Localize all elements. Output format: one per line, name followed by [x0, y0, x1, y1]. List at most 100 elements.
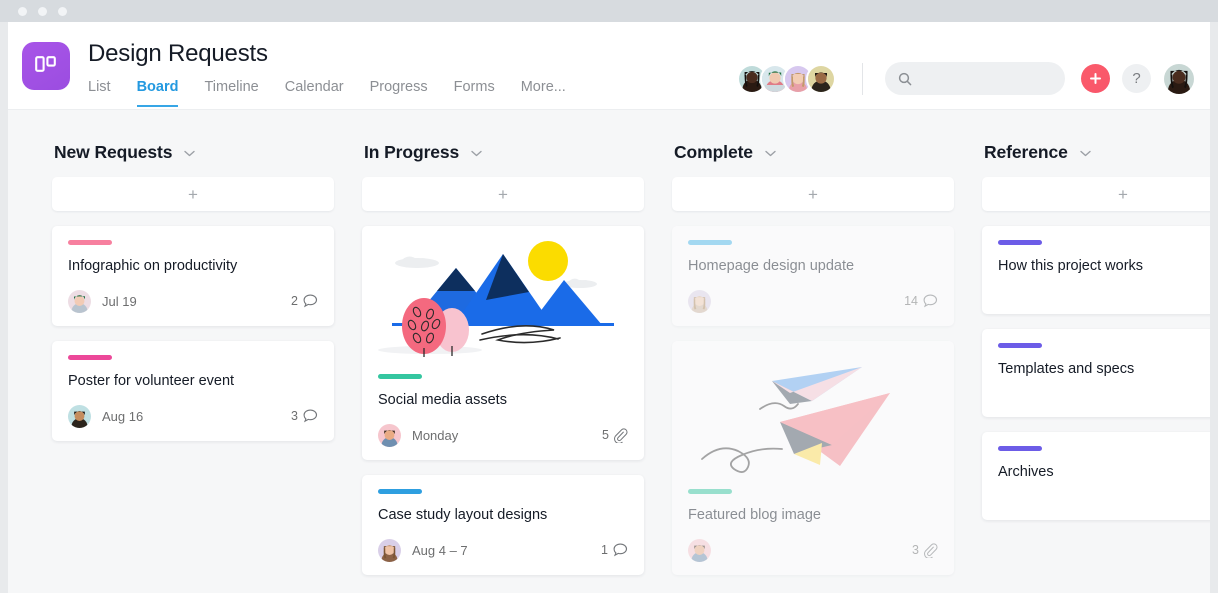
- plus-icon: +: [808, 184, 818, 204]
- task-card[interactable]: Social media assets Monday 5: [362, 226, 644, 460]
- add-card-button[interactable]: +: [362, 177, 644, 211]
- column-title: Complete: [674, 142, 753, 162]
- task-card[interactable]: How this project works: [982, 226, 1210, 314]
- column-title: In Progress: [364, 142, 460, 162]
- card-title: Poster for volunteer event: [68, 373, 235, 389]
- card-title: Featured blog image: [688, 507, 821, 523]
- board-columns: New Requests + Infographic on productivi…: [8, 110, 1210, 593]
- avatar[interactable]: [806, 63, 836, 94]
- window-close-dot[interactable]: [18, 6, 27, 16]
- card-meta: 14: [688, 289, 938, 313]
- comment-icon: [923, 294, 938, 308]
- column-header: New Requests: [52, 142, 334, 163]
- card-title: Infographic on productivity: [68, 258, 238, 274]
- card-tag: [998, 446, 1042, 451]
- card-tag: [378, 374, 422, 379]
- window-minimize-dot[interactable]: [38, 6, 47, 16]
- column-header: Complete: [672, 142, 954, 163]
- tab-forms[interactable]: Forms: [454, 79, 495, 107]
- attachment-count-label: 3: [912, 543, 919, 557]
- plus-icon: +: [498, 184, 508, 204]
- search-box[interactable]: [885, 62, 1065, 95]
- card-due-date: Aug 16: [102, 408, 144, 424]
- window-maximize-dot[interactable]: [58, 6, 67, 16]
- tab-board[interactable]: Board: [136, 79, 179, 107]
- column-header: Reference: [982, 142, 1210, 163]
- card-title: Homepage design update: [688, 258, 855, 274]
- card-due-date: Monday: [412, 427, 459, 443]
- card-comment-count[interactable]: 2: [291, 294, 318, 308]
- card-due-date: Jul 19: [102, 293, 137, 309]
- search-input[interactable]: [920, 71, 1040, 86]
- help-button[interactable]: ?: [1122, 64, 1151, 93]
- card-tag: [688, 489, 732, 494]
- task-card[interactable]: Homepage design update 14: [672, 226, 954, 326]
- task-card[interactable]: Archives: [982, 432, 1210, 520]
- tab-list[interactable]: List: [88, 79, 111, 107]
- comment-count-label: 14: [904, 294, 918, 308]
- add-card-button[interactable]: +: [982, 177, 1210, 211]
- add-card-button[interactable]: +: [672, 177, 954, 211]
- avatar[interactable]: [378, 423, 401, 447]
- search-icon: [898, 72, 912, 85]
- card-due-date: Aug 4 – 7: [412, 542, 468, 558]
- chevron-down-icon[interactable]: [765, 144, 776, 162]
- card-tag: [68, 355, 112, 360]
- card-meta: Jul 19 2: [68, 289, 318, 313]
- tab-more[interactable]: More...: [521, 79, 566, 107]
- attachment-count-label: 5: [602, 428, 609, 442]
- board-column-in-progress: In Progress + Social media assets Monday…: [362, 142, 644, 593]
- attachment-icon: [924, 542, 938, 558]
- avatar[interactable]: [688, 538, 711, 562]
- add-card-button[interactable]: +: [52, 177, 334, 211]
- window-body: Design Requests List Board Timeline Cale…: [0, 22, 1218, 593]
- header-divider: [862, 62, 863, 95]
- page-title: Design Requests: [88, 40, 268, 67]
- app-header: Design Requests List Board Timeline Cale…: [8, 22, 1210, 110]
- card-title: How this project works: [998, 258, 1144, 274]
- task-card[interactable]: Poster for volunteer event Aug 16 3: [52, 341, 334, 441]
- tab-progress[interactable]: Progress: [370, 79, 428, 107]
- card-comment-count[interactable]: 3: [291, 409, 318, 423]
- chevron-down-icon[interactable]: [184, 144, 196, 162]
- plus-icon: +: [1118, 184, 1128, 204]
- avatar[interactable]: [68, 289, 91, 313]
- comment-icon: [613, 543, 628, 557]
- chevron-down-icon[interactable]: [471, 144, 482, 162]
- attachment-icon: [614, 427, 628, 443]
- card-title: Case study layout designs: [378, 507, 548, 523]
- card-tag: [998, 343, 1042, 348]
- card-attachment-count[interactable]: 3: [912, 542, 938, 558]
- task-card[interactable]: Case study layout designs Aug 4 – 7 1: [362, 475, 644, 575]
- view-tabs: List Board Timeline Calendar Progress Fo…: [88, 79, 566, 107]
- task-card[interactable]: Featured blog image 3: [672, 341, 954, 575]
- current-user-avatar[interactable]: [1164, 63, 1194, 94]
- comment-count-label: 1: [601, 543, 608, 557]
- avatar[interactable]: [688, 289, 711, 313]
- add-task-button[interactable]: [1081, 64, 1110, 93]
- board-column-new-requests: New Requests + Infographic on productivi…: [52, 142, 334, 593]
- card-comment-count[interactable]: 14: [904, 294, 938, 308]
- task-card[interactable]: Infographic on productivity Jul 19 2: [52, 226, 334, 326]
- card-meta: Aug 16 3: [68, 404, 318, 428]
- card-comment-count[interactable]: 1: [601, 543, 628, 557]
- plus-icon: +: [188, 184, 198, 204]
- board-logo-icon[interactable]: [22, 42, 70, 90]
- tab-calendar[interactable]: Calendar: [285, 79, 344, 107]
- avatar[interactable]: [68, 404, 91, 428]
- question-mark-icon: ?: [1132, 70, 1141, 87]
- chevron-down-icon[interactable]: [1080, 144, 1091, 162]
- member-avatar-group[interactable]: [737, 63, 836, 94]
- comment-count-label: 3: [291, 409, 298, 423]
- tab-timeline[interactable]: Timeline: [204, 79, 258, 107]
- avatar[interactable]: [378, 538, 401, 562]
- column-title: Reference: [984, 142, 1068, 162]
- card-meta: 3: [688, 538, 938, 562]
- card-tag: [998, 240, 1042, 245]
- card-attachment-count[interactable]: 5: [602, 427, 628, 443]
- card-meta: Monday 5: [378, 423, 628, 447]
- app-window: Design Requests List Board Timeline Cale…: [0, 0, 1218, 593]
- card-title: Social media assets: [378, 392, 507, 408]
- task-card[interactable]: Templates and specs: [982, 329, 1210, 417]
- comment-icon: [303, 409, 318, 423]
